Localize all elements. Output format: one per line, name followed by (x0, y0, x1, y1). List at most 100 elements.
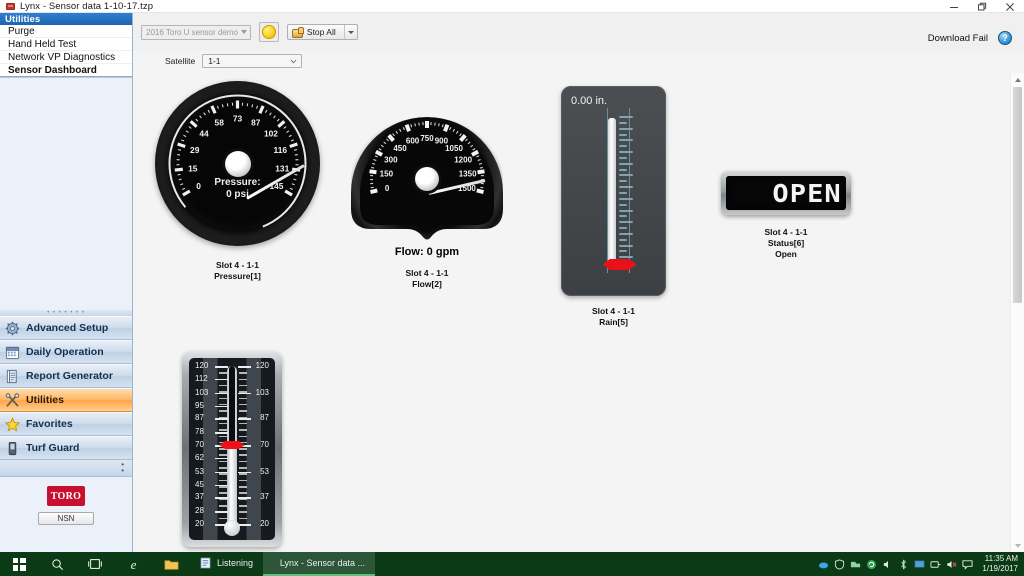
temperature-tick-minor (239, 391, 247, 393)
temperature-label-left: 45 (195, 479, 204, 489)
temperature-label-left: 28 (195, 506, 204, 516)
stop-all-dropdown-button[interactable] (343, 25, 357, 39)
temperature-tick-minor (239, 454, 247, 456)
onedrive-icon[interactable] (850, 559, 861, 570)
svg-text:116: 116 (274, 145, 288, 155)
course-combo-value: 2016 Toro U sensor demo (146, 27, 238, 37)
vertical-scrollbar[interactable] (1010, 73, 1024, 552)
temperature-tick (215, 418, 228, 420)
sidebar-item-label: Network VP Diagnostics (8, 51, 116, 63)
status-caption: Slot 4 - 1-1 Status[6] Open (764, 227, 808, 259)
sidebar-item-label: Hand Held Test (8, 38, 77, 50)
satellite-combo[interactable]: 1-1 (202, 54, 303, 68)
start-button[interactable] (0, 552, 38, 576)
network-icon[interactable] (930, 559, 941, 570)
sidebar-header: Utilities (0, 13, 132, 25)
module-utilities[interactable]: Utilities (0, 388, 132, 412)
close-button[interactable] (996, 0, 1024, 13)
sidebar-item-purge[interactable]: Purge (0, 25, 132, 38)
shield-icon[interactable] (834, 558, 845, 570)
scroll-down-button[interactable] (1011, 539, 1024, 552)
widget-rain[interactable]: 0.00 in. Slot 4 - 1-1 Rain[5] (561, 86, 666, 328)
sidebar-item-label: Sensor Dashboard (8, 64, 97, 76)
stop-all-main[interactable]: Stop All (288, 25, 344, 39)
satellite-selector-row: Satellite 1-1 (165, 54, 303, 68)
help-icon[interactable]: ? (998, 31, 1012, 45)
temperature-tick-minor (239, 366, 247, 368)
module-turf-guard[interactable]: Turf Guard (0, 436, 132, 460)
svg-text:102: 102 (264, 129, 278, 139)
sync-icon[interactable] (866, 559, 877, 570)
clock-time: 11:35 AM (984, 554, 1018, 563)
module-favorites[interactable]: Favorites (0, 412, 132, 436)
temperature-tick-minor (219, 366, 227, 368)
sidebar-item-sensor-dashboard[interactable]: Sensor Dashboard (0, 64, 132, 77)
module-advanced-setup[interactable]: Advanced Setup (0, 316, 132, 340)
title-bar: Lynx - Sensor data 1-10-17.tzp (0, 0, 1024, 13)
temperature-label-left: 95 (195, 400, 204, 410)
temperature-tick-minor (239, 505, 247, 507)
chevron-down-icon (290, 59, 297, 64)
speaker-muted-icon[interactable] (946, 559, 957, 570)
temperature-tick-minor (239, 460, 247, 463)
module-label: Turf Guard (26, 442, 80, 454)
status-display-value: OPEN (772, 178, 842, 208)
temperature-label-right: 120 (255, 361, 269, 370)
temperature-label-left: 103 (195, 387, 209, 397)
temperature-tick (215, 457, 228, 460)
module-label: Favorites (26, 418, 73, 430)
temperature-bulb (224, 520, 240, 536)
widget-status[interactable]: OPEN Slot 4 - 1-1 Status[6] Open (721, 171, 851, 260)
lamp-icon (261, 25, 276, 39)
rain-tick-marks (618, 116, 639, 268)
display-icon[interactable] (914, 559, 925, 570)
taskbar-clock[interactable]: 11:35 AM 1/19/2017 (978, 554, 1018, 574)
lamp-button[interactable] (258, 22, 279, 42)
course-combo[interactable]: 2016 Toro U sensor demo (141, 24, 251, 40)
taskbar-search-button[interactable] (38, 552, 76, 576)
scroll-up-button[interactable] (1011, 73, 1024, 86)
temperature-tick-minor (239, 384, 247, 387)
flow-gauge: 0 150 300 450 600 750 900 1050 1200 1350 1500 Flow… (351, 117, 503, 258)
maximize-restore-button[interactable] (968, 0, 996, 13)
temperature-tick-minor (239, 372, 247, 374)
module-report-generator[interactable]: Report Generator (0, 364, 132, 388)
rain-gauge: 0.00 in. (561, 86, 666, 296)
stop-all-button[interactable]: Stop All (286, 24, 358, 40)
volume-icon[interactable] (882, 559, 893, 570)
bluetooth-icon[interactable] (898, 558, 909, 570)
file-explorer-button[interactable] (152, 552, 190, 576)
action-center-icon[interactable] (962, 559, 973, 570)
temperature-tick-minor (239, 429, 247, 431)
task-view-button[interactable] (76, 552, 114, 576)
search-icon (51, 558, 63, 570)
module-label: Utilities (26, 394, 64, 406)
temperature-tick-minor (219, 372, 227, 374)
svg-text:300: 300 (384, 156, 398, 165)
svg-text:29: 29 (190, 145, 200, 155)
listening-app-icon (200, 557, 211, 569)
temperature-tick-minor (219, 403, 227, 406)
temperature-tick-minor (219, 397, 227, 400)
widget-temperature[interactable]: 120 112 103 95 87 78 70 62 53 45 37 28 20 120 103 87 70 5… (182, 351, 282, 552)
minimize-button[interactable] (940, 0, 968, 13)
lynx-app-icon (6, 2, 15, 10)
module-daily-operation[interactable]: Daily Operation (0, 340, 132, 364)
widget-pressure[interactable]: 0 15 29 44 58 73 87 102 116 131 145 Pressure: 0 ps… (155, 81, 320, 282)
cloud-icon[interactable] (818, 559, 829, 570)
sidebar-item-network-vp-diagnostics[interactable]: Network VP Diagnostics (0, 51, 132, 64)
temperature-tick-minor (239, 486, 247, 488)
temperature-tick-minor (239, 467, 247, 469)
taskbar-app-listening[interactable]: Listening (190, 552, 263, 576)
sidebar-overflow-button[interactable]: • • (0, 460, 132, 477)
nsn-button[interactable]: NSN (38, 512, 94, 525)
taskbar-app-label: Lynx - Sensor data ... (279, 558, 366, 568)
taskbar-app-lynx[interactable]: Lynx - Sensor data ... (263, 552, 376, 576)
temperature-tick-minor (219, 454, 227, 456)
file-explorer-icon (164, 559, 178, 570)
widget-flow[interactable]: 0 150 300 450 600 750 900 1050 1200 1350 1500 Flow… (351, 117, 503, 290)
internet-explorer-button[interactable]: e (114, 552, 152, 576)
sidebar-item-hand-held-test[interactable]: Hand Held Test (0, 38, 132, 51)
temperature-fill (229, 366, 235, 445)
scrollbar-thumb[interactable] (1013, 87, 1022, 303)
